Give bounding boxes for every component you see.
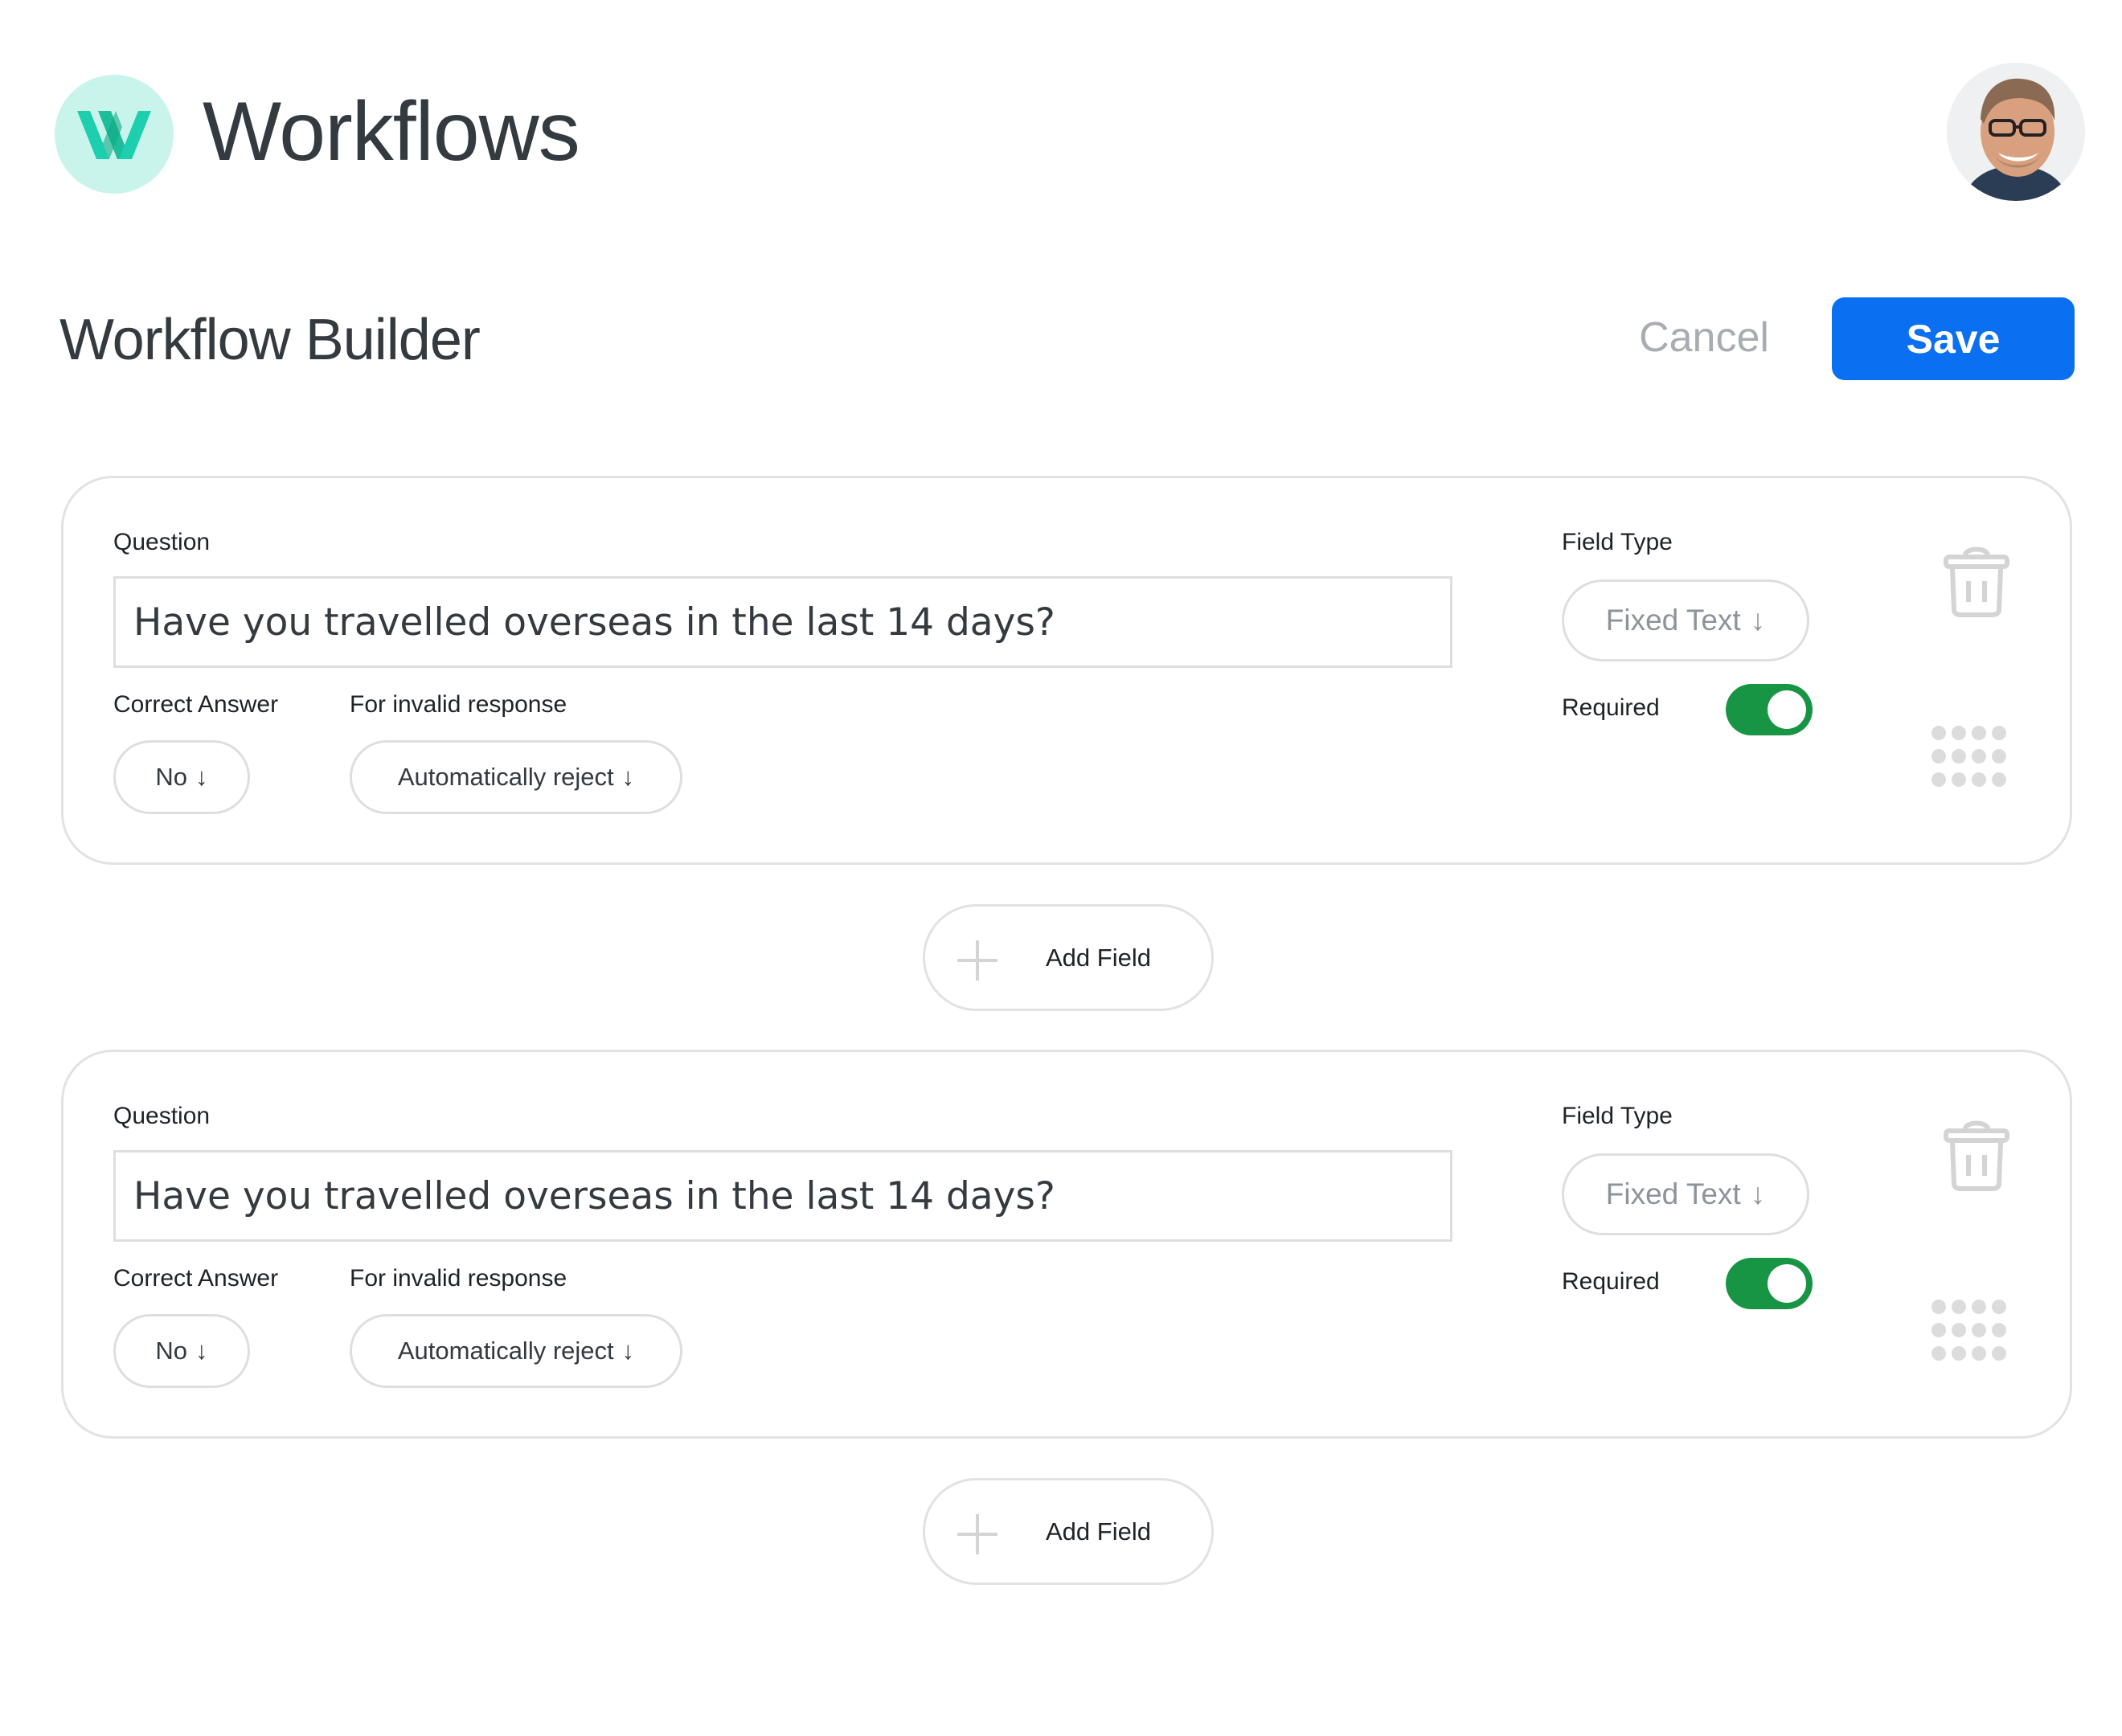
- field-type-dropdown[interactable]: Fixed Text ↓: [1562, 579, 1809, 661]
- correct-answer-label: Correct Answer: [113, 1265, 279, 1292]
- trash-icon[interactable]: [1943, 544, 2010, 622]
- field-type-label: Field Type: [1562, 529, 1673, 555]
- invalid-response-dropdown[interactable]: Automatically reject ↓: [350, 740, 682, 814]
- invalid-response-value: Automatically reject: [397, 1337, 614, 1365]
- arrow-down-icon: ↓: [195, 1337, 208, 1365]
- required-label: Required: [1562, 694, 1660, 721]
- invalid-response-dropdown[interactable]: Automatically reject ↓: [350, 1314, 682, 1388]
- field-type-label: Field Type: [1562, 1103, 1673, 1129]
- arrow-down-icon: ↓: [195, 763, 208, 791]
- question-input[interactable]: [113, 576, 1452, 668]
- workflow-builder-page: Workflows Workflow Builder Cancel Save Q…: [0, 0, 2122, 1736]
- field-type-value: Fixed Text: [1605, 604, 1741, 637]
- add-field-label: Add Field: [1046, 1517, 1151, 1546]
- question-label: Question: [113, 529, 211, 555]
- trash-icon[interactable]: [1943, 1118, 2010, 1196]
- correct-answer-dropdown[interactable]: No ↓: [113, 740, 250, 814]
- correct-answer-value: No: [155, 763, 188, 791]
- arrow-down-icon: ↓: [1750, 604, 1766, 637]
- question-card: Question Correct Answer No ↓ For invalid…: [61, 476, 2072, 865]
- field-type-value: Fixed Text: [1605, 1177, 1741, 1210]
- question-card: Question Correct Answer No ↓ For invalid…: [61, 1050, 2072, 1439]
- correct-answer-value: No: [155, 1337, 188, 1365]
- arrow-down-icon: ↓: [621, 763, 635, 791]
- toggle-knob: [1768, 1264, 1806, 1303]
- user-avatar[interactable]: [1947, 63, 2085, 201]
- question-input[interactable]: [113, 1150, 1452, 1242]
- save-button[interactable]: Save: [1832, 297, 2075, 380]
- required-toggle[interactable]: [1726, 1258, 1813, 1309]
- invalid-response-value: Automatically reject: [397, 763, 614, 791]
- invalid-response-label: For invalid response: [350, 1265, 567, 1292]
- invalid-response-label: For invalid response: [350, 691, 567, 718]
- toggle-knob: [1768, 690, 1806, 729]
- add-field-label: Add Field: [1046, 944, 1151, 972]
- question-label: Question: [113, 1103, 211, 1129]
- workflows-logo-icon: [55, 75, 174, 194]
- arrow-down-icon: ↓: [621, 1337, 635, 1365]
- page-title: Workflow Builder: [59, 308, 481, 372]
- plus-icon: [957, 1514, 998, 1554]
- correct-answer-label: Correct Answer: [113, 691, 279, 718]
- app-title: Workflows: [203, 85, 580, 178]
- arrow-down-icon: ↓: [1750, 1177, 1766, 1210]
- required-toggle[interactable]: [1726, 684, 1813, 735]
- drag-handle-icon[interactable]: [1932, 1300, 2006, 1361]
- add-field-button[interactable]: Add Field: [923, 1478, 1214, 1585]
- plus-icon: [957, 940, 998, 981]
- required-label: Required: [1562, 1268, 1660, 1295]
- correct-answer-dropdown[interactable]: No ↓: [113, 1314, 250, 1388]
- drag-handle-icon[interactable]: [1932, 726, 2006, 787]
- cancel-button[interactable]: Cancel: [1624, 297, 1784, 378]
- add-field-button[interactable]: Add Field: [923, 904, 1214, 1011]
- field-type-dropdown[interactable]: Fixed Text ↓: [1562, 1153, 1809, 1235]
